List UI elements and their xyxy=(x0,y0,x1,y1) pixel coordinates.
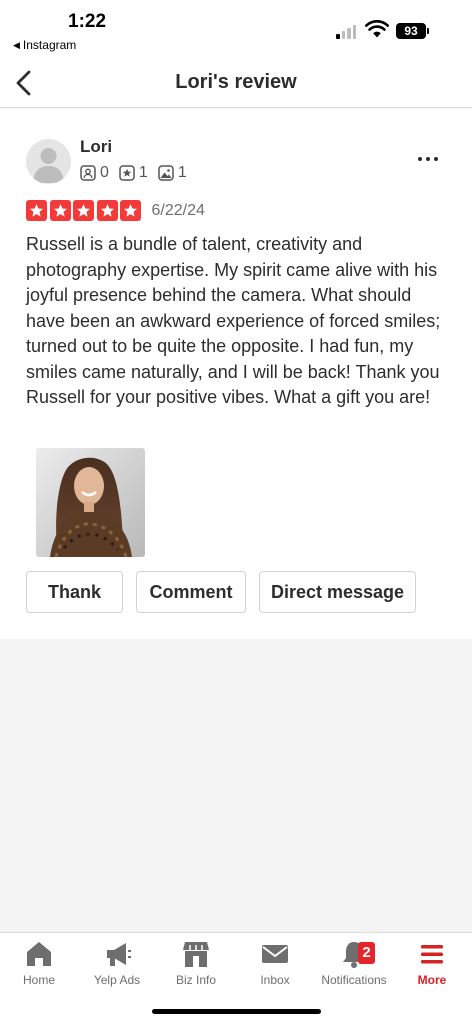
tab-label: Notifications xyxy=(321,973,387,987)
tab-label: More xyxy=(417,973,447,987)
page-title: Lori's review xyxy=(175,71,297,93)
reviewer-name[interactable]: Lori xyxy=(80,137,112,157)
tab-yelp-ads[interactable]: Yelp Ads xyxy=(72,939,162,987)
friends-count-value: 0 xyxy=(100,164,109,181)
photo-icon xyxy=(158,165,174,181)
tab-inbox[interactable]: Inbox xyxy=(230,939,320,987)
rating-star-icon xyxy=(96,200,118,221)
back-triangle-icon: ◀ xyxy=(13,39,20,50)
default-user-icon xyxy=(33,148,64,183)
back-to-app-link[interactable]: ◀ Instagram xyxy=(13,38,76,52)
tab-more[interactable]: More xyxy=(387,939,472,987)
more-dot-icon xyxy=(434,157,438,161)
friends-count: 0 xyxy=(80,164,109,182)
rating-row: 6/22/24 xyxy=(26,200,205,221)
rating-star-icon xyxy=(120,200,141,221)
review-text: Russell is a bundle of talent, creativit… xyxy=(26,234,441,407)
direct-message-button[interactable]: Direct message xyxy=(259,571,416,613)
rating-star-icon xyxy=(73,200,94,221)
more-options-button[interactable] xyxy=(418,149,448,169)
wifi-icon xyxy=(365,20,389,38)
rating-star-icon xyxy=(49,200,71,221)
reviewer-stats: 0 1 1 xyxy=(80,164,197,182)
notification-badge: 2 xyxy=(358,942,375,964)
storefront-icon xyxy=(183,942,209,967)
tab-label: Inbox xyxy=(260,973,290,987)
review-date: 6/22/24 xyxy=(151,201,205,219)
friends-icon xyxy=(80,165,96,181)
cellular-signal-icon xyxy=(336,25,356,39)
tab-label: Biz Info xyxy=(175,973,217,987)
review-star-icon xyxy=(119,165,135,181)
envelope-icon xyxy=(262,945,288,963)
battery-indicator: 93 xyxy=(396,23,426,39)
tab-label: Yelp Ads xyxy=(93,973,141,987)
review-card: Lori 0 1 1 6/22/24 Russell is a bundle o… xyxy=(0,109,472,639)
battery-tip xyxy=(427,28,429,34)
tab-notifications[interactable]: 2 Notifications xyxy=(309,939,399,987)
reviews-count-value: 1 xyxy=(138,164,148,181)
back-app-label: Instagram xyxy=(22,38,77,52)
portrait-photo xyxy=(36,448,145,557)
menu-icon xyxy=(421,945,443,964)
status-time: 1:22 xyxy=(68,11,107,32)
home-icon xyxy=(27,942,51,966)
comment-button[interactable]: Comment xyxy=(136,571,246,613)
rating-star-icon xyxy=(26,200,47,221)
status-bar: 1:22 ◀ Instagram 93 xyxy=(0,0,472,58)
photos-count-value: 1 xyxy=(177,164,187,181)
reviews-count: 1 xyxy=(119,164,148,182)
home-indicator xyxy=(152,1009,321,1014)
nav-bar: Lori's review xyxy=(0,58,472,108)
star-rating xyxy=(26,200,144,221)
more-dot-icon xyxy=(426,157,430,161)
megaphone-icon xyxy=(107,943,131,966)
more-dot-icon xyxy=(418,157,422,161)
thank-button[interactable]: Thank xyxy=(26,571,123,613)
photos-count: 1 xyxy=(158,164,187,182)
review-photo[interactable] xyxy=(36,448,145,557)
user-avatar[interactable] xyxy=(26,139,71,184)
tab-biz-info[interactable]: Biz Info xyxy=(151,939,241,987)
